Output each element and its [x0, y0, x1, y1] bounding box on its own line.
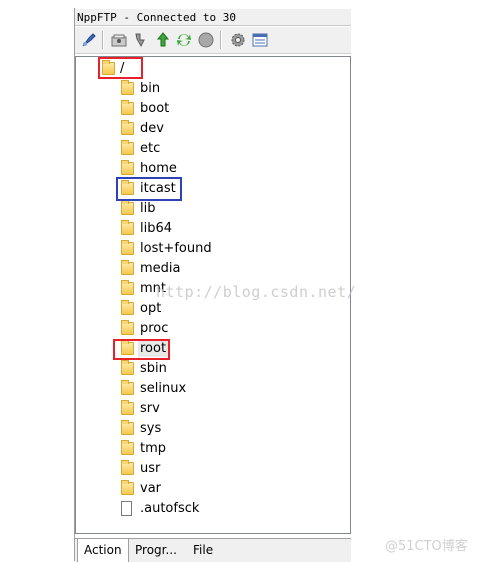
- folder-icon: [121, 280, 134, 295]
- tree-item-label: usr: [140, 461, 161, 476]
- tree-item-label: proc: [140, 321, 169, 336]
- refresh-icon[interactable]: [175, 31, 193, 49]
- tree-item-label: srv: [140, 401, 160, 416]
- tree-item-label: dev: [140, 121, 164, 136]
- connect-icon[interactable]: [80, 31, 98, 49]
- itcast-highlight-box: [116, 177, 182, 201]
- tree-item-label: .autofsck: [140, 501, 200, 516]
- folder-icon: [121, 260, 134, 275]
- tree-item-label: sbin: [140, 361, 167, 376]
- root-folder-highlight-box: [113, 339, 170, 360]
- toolbar: [75, 27, 351, 54]
- folder-icon: [121, 240, 134, 255]
- tree-item-label: opt: [140, 301, 162, 316]
- bottom-tabs: Action Progr... File: [75, 538, 351, 562]
- folder-icon: [121, 400, 134, 415]
- folder-icon: [121, 140, 134, 155]
- abort-icon[interactable]: [197, 31, 215, 49]
- tree-item-label: var: [140, 481, 162, 496]
- folder-icon: [121, 200, 134, 215]
- tree-item-label: etc: [140, 141, 161, 156]
- open-folder-icon[interactable]: [110, 31, 128, 49]
- folder-icon: [121, 420, 134, 435]
- tree-item-label: home: [140, 161, 177, 176]
- panel-title: NppFTP - Connected to 30: [75, 9, 351, 26]
- tree-item-label: sys: [140, 421, 162, 436]
- root-highlight-box: [98, 57, 143, 79]
- tree-item-label: bin: [140, 81, 161, 96]
- folder-icon: [121, 480, 134, 495]
- folder-icon: [121, 440, 134, 455]
- tab-file[interactable]: File: [187, 539, 219, 562]
- folder-icon: [121, 100, 134, 115]
- folder-icon: [121, 460, 134, 475]
- folder-icon: [121, 120, 134, 135]
- file-icon: [121, 501, 132, 516]
- folder-icon: [121, 220, 134, 235]
- folder-icon: [121, 300, 134, 315]
- folder-icon: [121, 320, 134, 335]
- folder-icon: [121, 360, 134, 375]
- tree-item-label: lost+found: [140, 241, 212, 256]
- tree-item-label: tmp: [140, 441, 167, 456]
- watermark: http://blog.csdn.net/: [156, 283, 357, 301]
- upload-icon[interactable]: [154, 31, 172, 49]
- folder-icon: [121, 380, 134, 395]
- tab-action[interactable]: Action: [77, 539, 129, 562]
- tree-item-label: boot: [140, 101, 170, 116]
- folder-icon: [121, 160, 134, 175]
- tree-item-label: media: [140, 261, 181, 276]
- brand-watermark: @51CTO博客: [385, 539, 468, 554]
- tree-item-label: selinux: [140, 381, 187, 396]
- tab-progress[interactable]: Progr...: [129, 539, 183, 562]
- folder-icon: [121, 80, 134, 95]
- download-icon[interactable]: [132, 31, 150, 49]
- tree-item-label: lib64: [140, 221, 173, 236]
- settings-icon[interactable]: [229, 31, 247, 49]
- tree-item-label: lib: [140, 201, 156, 216]
- message-window-icon[interactable]: [251, 31, 269, 49]
